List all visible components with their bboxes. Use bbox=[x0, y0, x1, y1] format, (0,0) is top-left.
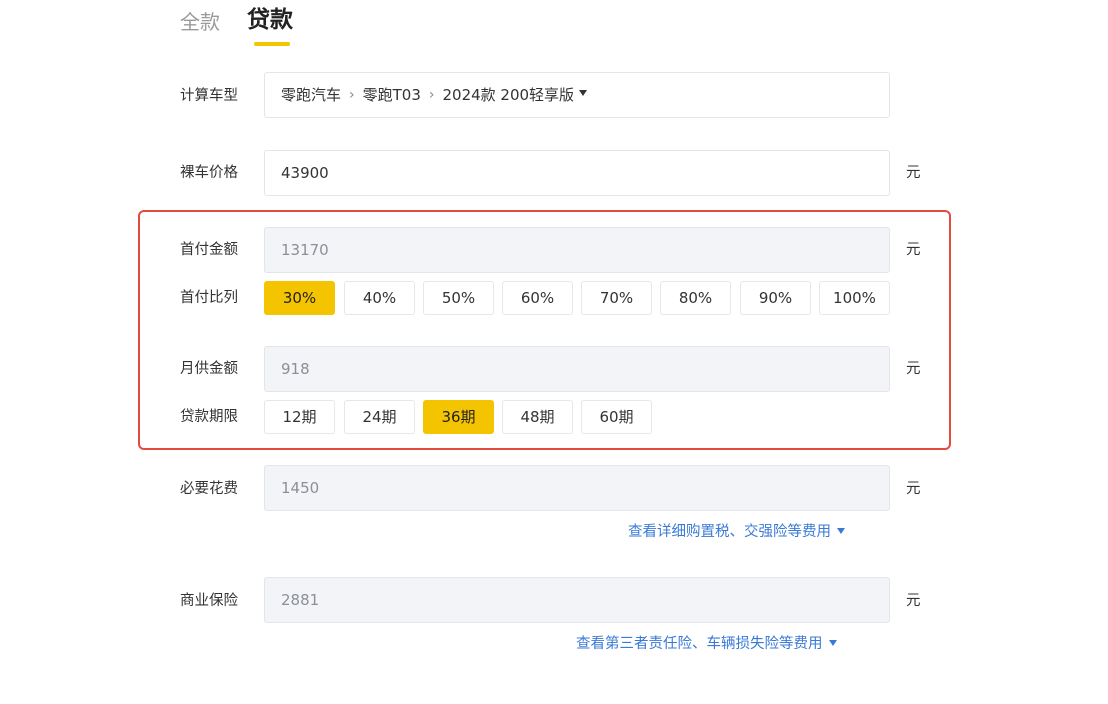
tab-loan[interactable]: 贷款 bbox=[247, 8, 293, 32]
necessary-fees-field: 1450 bbox=[264, 465, 890, 511]
term-option-48[interactable]: 48期 bbox=[502, 400, 573, 434]
chevron-right-icon: › bbox=[428, 87, 435, 103]
insurance-detail-link[interactable]: 查看第三者责任险、车辆损失险等费用 bbox=[576, 634, 837, 654]
down-ratio-option-30[interactable]: 30% bbox=[264, 281, 335, 315]
down-payment-label: 首付金额 bbox=[180, 242, 238, 258]
down-ratio-option-50[interactable]: 50% bbox=[423, 281, 494, 315]
model-selector[interactable]: 零跑汽车 › 零跑T03 › 2024款 200轻享版 bbox=[264, 72, 890, 118]
down-payment-field: 13170 bbox=[264, 227, 890, 273]
necessary-fees-label: 必要花费 bbox=[180, 481, 238, 497]
model-series: 零跑T03 bbox=[362, 86, 421, 104]
down-ratio-option-70[interactable]: 70% bbox=[581, 281, 652, 315]
price-label: 裸车价格 bbox=[180, 165, 238, 181]
active-tab-indicator bbox=[254, 42, 290, 46]
monthly-label: 月供金额 bbox=[180, 361, 238, 377]
down-ratio-option-100[interactable]: 100% bbox=[819, 281, 890, 315]
necessary-fees-detail-link[interactable]: 查看详细购置税、交强险等费用 bbox=[628, 522, 845, 542]
chevron-right-icon: › bbox=[349, 87, 355, 103]
insurance-field: 2881 bbox=[264, 577, 890, 623]
down-ratio-option-80[interactable]: 80% bbox=[660, 281, 731, 315]
insurance-unit: 元 bbox=[906, 593, 921, 609]
down-ratio-option-40[interactable]: 40% bbox=[344, 281, 415, 315]
model-brand: 零跑汽车 bbox=[281, 86, 342, 104]
term-option-36[interactable]: 36期 bbox=[423, 400, 494, 434]
term-option-24[interactable]: 24期 bbox=[344, 400, 415, 434]
caret-down-icon bbox=[828, 640, 837, 646]
model-trim: 2024款 200轻享版 bbox=[442, 86, 575, 104]
down-ratio-option-60[interactable]: 60% bbox=[502, 281, 573, 315]
caret-down-icon bbox=[837, 528, 845, 534]
caret-down-icon bbox=[579, 90, 588, 96]
price-unit: 元 bbox=[906, 165, 921, 181]
term-option-60[interactable]: 60期 bbox=[581, 400, 652, 434]
term-label: 贷款期限 bbox=[180, 409, 238, 425]
model-label: 计算车型 bbox=[180, 88, 238, 104]
down-payment-unit: 元 bbox=[906, 242, 921, 258]
term-option-12[interactable]: 12期 bbox=[264, 400, 335, 434]
down-ratio-option-90[interactable]: 90% bbox=[740, 281, 811, 315]
necessary-fees-unit: 元 bbox=[906, 481, 921, 497]
monthly-field: 918 bbox=[264, 346, 890, 392]
monthly-unit: 元 bbox=[906, 361, 921, 377]
insurance-label: 商业保险 bbox=[180, 593, 238, 609]
price-input[interactable]: 43900 bbox=[264, 150, 890, 196]
down-ratio-label: 首付比列 bbox=[180, 290, 238, 306]
insurance-link-text: 查看第三者责任险、车辆损失险等费用 bbox=[576, 636, 823, 652]
necessary-fees-link-text: 查看详细购置税、交强险等费用 bbox=[628, 524, 831, 540]
tab-full-payment[interactable]: 全款 bbox=[180, 10, 220, 34]
